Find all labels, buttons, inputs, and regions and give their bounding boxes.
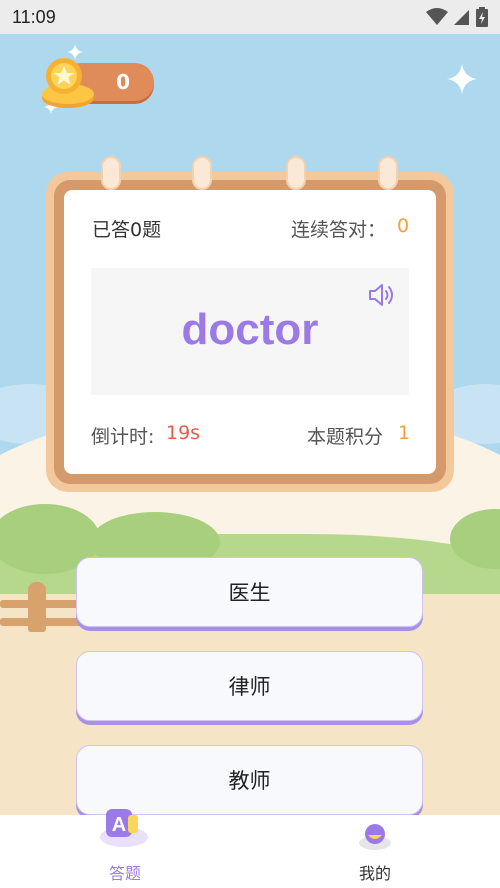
sparkle-icon xyxy=(447,64,477,94)
answer-option-doctor[interactable]: 医生 xyxy=(76,557,423,627)
streak-label: 连续答对： xyxy=(291,219,387,241)
nav-label-quiz: 答题 xyxy=(108,864,141,883)
gold-coin-icon xyxy=(42,58,94,108)
status-bar: 11:09 xyxy=(0,0,500,34)
nav-item-profile[interactable]: 我的 xyxy=(315,815,435,888)
svg-text:A: A xyxy=(112,814,126,836)
answer-option-lawyer[interactable]: 律师 xyxy=(76,651,423,721)
nav-item-quiz[interactable]: A 答题 xyxy=(65,809,185,888)
status-icons xyxy=(426,7,488,27)
profile-icon xyxy=(359,824,391,850)
coin-count: 0 xyxy=(116,70,130,94)
binder-ring xyxy=(378,156,398,190)
status-time: 11:09 xyxy=(12,6,56,27)
answered-count: 已答0题 xyxy=(92,219,162,241)
answer-option-teacher[interactable]: 教师 xyxy=(76,745,423,815)
score-label: 本题积分 xyxy=(307,426,384,448)
binder-ring xyxy=(286,156,306,190)
nav-label-profile: 我的 xyxy=(358,864,391,883)
bottom-nav: A 答题 我的 xyxy=(0,809,500,888)
binder-ring xyxy=(101,156,121,190)
battery-icon xyxy=(476,7,488,27)
binder-ring xyxy=(192,156,212,190)
question-word: doctor xyxy=(181,305,319,354)
score-value: 1 xyxy=(398,422,411,444)
quiz-icon: A xyxy=(100,809,148,847)
speaker-icon[interactable] xyxy=(368,282,396,308)
wifi-icon xyxy=(426,8,448,25)
fence-post xyxy=(28,582,46,632)
countdown-label: 倒计时: xyxy=(91,426,155,448)
cellular-signal-icon xyxy=(454,10,469,25)
countdown-value: 19s xyxy=(166,422,201,444)
streak-value: 0 xyxy=(397,215,410,237)
